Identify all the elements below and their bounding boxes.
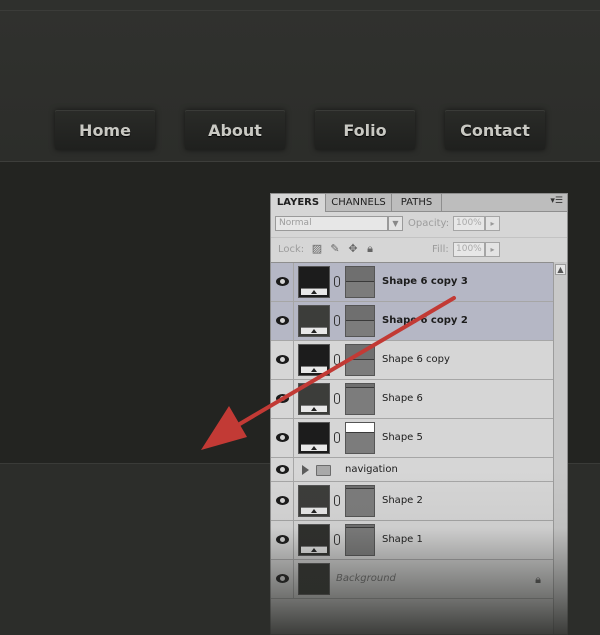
- eye-icon: [276, 355, 289, 364]
- brush-icon[interactable]: ✎: [329, 243, 341, 255]
- fill-label: Fill:: [432, 244, 449, 255]
- layer-name: Shape 6: [382, 393, 423, 404]
- layer-thumbnail: [298, 563, 330, 595]
- vector-mask-thumbnail: [345, 485, 375, 517]
- scroll-up-arrow-icon[interactable]: ▲: [555, 264, 566, 275]
- layer-name: Shape 5: [382, 432, 423, 443]
- layer-row[interactable]: Shape 1: [271, 521, 553, 560]
- vector-mask-thumbnail: [345, 305, 375, 337]
- opacity-slider-button[interactable]: ▸: [485, 216, 500, 231]
- visibility-toggle[interactable]: [271, 341, 294, 379]
- move-icon[interactable]: ✥: [347, 243, 359, 255]
- eye-icon: [276, 574, 289, 583]
- layer-row[interactable]: Shape 6 copy 3: [271, 263, 553, 302]
- layer-thumbnail: [298, 344, 330, 376]
- eye-icon: [276, 394, 289, 403]
- vector-mask-thumbnail: [345, 422, 375, 454]
- layer-name: Shape 1: [382, 534, 423, 545]
- panel-menu-icon[interactable]: ▾☰: [550, 196, 563, 206]
- layer-thumbnail: [298, 305, 330, 337]
- folder-icon: [316, 465, 331, 476]
- lock-label: Lock:: [278, 244, 305, 255]
- opacity-label: Opacity:: [408, 218, 450, 229]
- vector-mask-thumbnail: [345, 383, 375, 415]
- visibility-toggle[interactable]: [271, 302, 294, 340]
- chain-link-icon: [334, 534, 340, 545]
- chain-link-icon: [334, 393, 340, 404]
- layer-group-row[interactable]: navigation: [271, 458, 553, 482]
- chain-link-icon: [334, 354, 340, 365]
- layers-panel: LAYERS CHANNELS PATHS ▾☰ Normal ▼ Opacit…: [270, 193, 568, 635]
- opacity-field[interactable]: 100%: [453, 216, 485, 231]
- layer-list-scrollbar[interactable]: ▲: [553, 262, 567, 634]
- nav-contact-button[interactable]: Contact: [445, 110, 545, 150]
- layer-name: Shape 2: [382, 495, 423, 506]
- layer-name: navigation: [345, 463, 398, 475]
- layer-row[interactable]: Shape 2: [271, 482, 553, 521]
- visibility-toggle[interactable]: [271, 380, 294, 418]
- expand-triangle-icon[interactable]: [302, 465, 309, 475]
- top-strip: [0, 0, 600, 11]
- panel-tab-bar: LAYERS CHANNELS PATHS ▾☰: [271, 194, 567, 212]
- layer-name: Shape 6 copy 3: [382, 276, 468, 287]
- visibility-toggle[interactable]: [271, 560, 294, 598]
- chain-link-icon: [334, 315, 340, 326]
- nav-about-button[interactable]: About: [185, 110, 285, 150]
- visibility-toggle[interactable]: [271, 458, 294, 481]
- tab-layers[interactable]: LAYERS: [271, 194, 326, 212]
- eye-icon: [276, 277, 289, 286]
- chevron-down-icon[interactable]: ▼: [388, 216, 403, 231]
- layer-thumbnail: [298, 383, 330, 415]
- layer-thumbnail: [298, 524, 330, 556]
- fill-slider-button[interactable]: ▸: [485, 242, 500, 257]
- chain-link-icon: [334, 432, 340, 443]
- layer-row[interactable]: Shape 6 copy 2: [271, 302, 553, 341]
- layer-row-background[interactable]: Background 🔒︎: [271, 560, 553, 599]
- chain-link-icon: [334, 276, 340, 287]
- eye-icon: [276, 535, 289, 544]
- tab-paths[interactable]: PATHS: [392, 194, 442, 211]
- blend-row: Normal ▼ Opacity: 100% ▸: [271, 212, 567, 236]
- visibility-toggle[interactable]: [271, 482, 294, 520]
- lock-row: Lock: ▨ ✎ ✥ 🔒︎ Fill: 100% ▸: [271, 237, 567, 262]
- layer-name: Background: [336, 573, 396, 584]
- vector-mask-thumbnail: [345, 524, 375, 556]
- fill-field[interactable]: 100%: [453, 242, 485, 257]
- vector-mask-thumbnail: [345, 344, 375, 376]
- visibility-toggle[interactable]: [271, 419, 294, 457]
- nav-folio-button[interactable]: Folio: [315, 110, 415, 150]
- eye-icon: [276, 496, 289, 505]
- layer-row[interactable]: Shape 5: [271, 419, 553, 458]
- visibility-toggle[interactable]: [271, 263, 294, 301]
- nav-home-button[interactable]: Home: [55, 110, 155, 150]
- lock-icon[interactable]: 🔒︎: [364, 243, 376, 255]
- lock-icon: 🔒︎: [535, 573, 541, 586]
- layer-thumbnail: [298, 266, 330, 298]
- layer-row[interactable]: Shape 6 copy: [271, 341, 553, 380]
- layer-list: Shape 6 copy 3 Shape 6 copy 2 Shape 6 co…: [271, 262, 553, 635]
- lock-transparency-icon[interactable]: ▨: [311, 243, 323, 255]
- tab-channels[interactable]: CHANNELS: [326, 194, 392, 211]
- eye-icon: [276, 316, 289, 325]
- layer-name: Shape 6 copy 2: [382, 315, 468, 326]
- layer-name: Shape 6 copy: [382, 354, 450, 365]
- eye-icon: [276, 464, 289, 474]
- visibility-toggle[interactable]: [271, 521, 294, 559]
- vector-mask-thumbnail: [345, 266, 375, 298]
- layer-thumbnail: [298, 485, 330, 517]
- chain-link-icon: [334, 495, 340, 506]
- blend-mode-select[interactable]: Normal: [275, 216, 388, 231]
- eye-icon: [276, 433, 289, 442]
- layer-row[interactable]: Shape 6: [271, 380, 553, 419]
- layer-thumbnail: [298, 422, 330, 454]
